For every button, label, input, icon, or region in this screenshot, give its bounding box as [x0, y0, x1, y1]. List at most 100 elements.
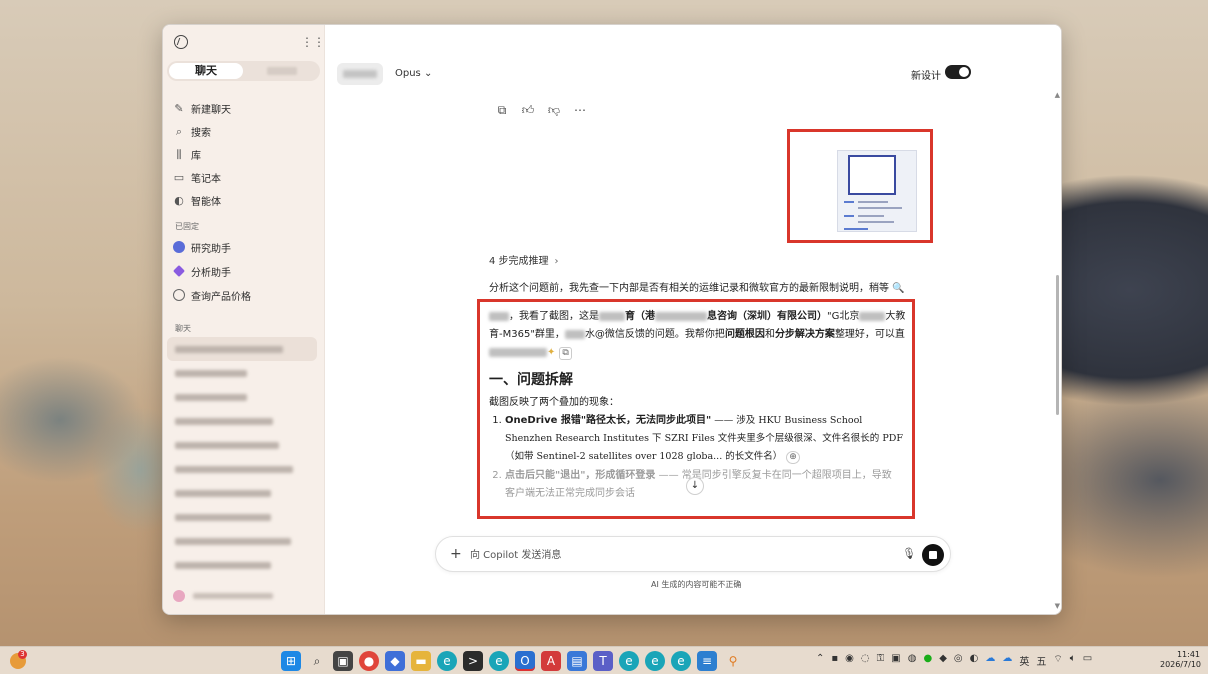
wechat-icon[interactable]: ●	[923, 653, 932, 668]
reply-bold-text: 问题根因	[724, 329, 765, 340]
chat-history-list	[167, 337, 317, 577]
list-item[interactable]	[167, 553, 317, 577]
microphone-icon[interactable]: 🎙︎	[902, 547, 916, 560]
clock[interactable]: 11:41 2026/7/10	[1160, 650, 1201, 670]
tray-app-icon[interactable]: ◌	[861, 653, 870, 668]
redacted-chat-title	[175, 369, 247, 377]
link-icon[interactable]: ⊕	[786, 451, 800, 464]
chrome-icon[interactable]: ●	[359, 651, 379, 671]
list-item[interactable]	[167, 433, 317, 457]
sidebar-item-notebook[interactable]: ▭ 笔记本	[173, 166, 318, 189]
tray-app-icon[interactable]: ▣	[891, 653, 900, 668]
assistant-intro-text: 分析这个问题前，我先查一下内部是否有相关的运维记录和微软官方的最新限制说明，稍等…	[489, 283, 905, 294]
message-input[interactable]	[470, 546, 870, 564]
sidebar-item-library[interactable]: ⫼ 库	[173, 143, 318, 166]
thumbs-up-icon[interactable]: 👍︎	[521, 103, 535, 118]
thumbnail-dialog	[848, 155, 896, 195]
apps-grid-icon[interactable]: ⋮⋮⋮	[301, 36, 337, 48]
add-attachment-icon[interactable]: +	[450, 546, 462, 562]
notepad-icon[interactable]: ≡	[697, 651, 717, 671]
list-item[interactable]	[167, 529, 317, 553]
attached-screenshot-thumbnail[interactable]	[837, 150, 917, 232]
pinned-item-label: 研究助手	[191, 243, 231, 255]
edge-icon[interactable]: e	[437, 651, 457, 671]
thumbnail-line	[858, 201, 888, 203]
system-tray: ⌃ ▪ ◉ ◌ ⚿ ▣ ◍ ● ◆ ◎ ◐ ☁ ☁ 英 五 ⌔ 🔈︎ ▭	[816, 653, 1092, 668]
model-dropdown[interactable]: Opus ⌄	[395, 68, 432, 79]
volume-icon[interactable]: 🔈︎	[1070, 653, 1076, 668]
edge-icon[interactable]: e	[619, 651, 639, 671]
sidebar-item-label: 新建聊天	[191, 105, 231, 116]
task-view-icon[interactable]: ▣	[333, 651, 353, 671]
pinned-item-research[interactable]: 研究助手	[173, 235, 318, 259]
redacted-chat-title	[175, 489, 271, 497]
file-explorer-icon[interactable]: ▬	[411, 651, 431, 671]
search-icon[interactable]: ⌕	[307, 651, 327, 671]
agent-icon: ◐	[174, 193, 184, 207]
copy-chip-icon[interactable]: ⧉	[559, 347, 572, 360]
magnifier-icon[interactable]: ⚲	[723, 651, 743, 671]
sidebar-item-search[interactable]: ⌕ 搜索	[173, 120, 318, 143]
scroll-to-bottom-icon[interactable]: ↓	[686, 477, 704, 495]
terminal-icon[interactable]: >	[463, 651, 483, 671]
scroll-up-icon[interactable]: ▲	[1055, 91, 1060, 99]
tray-app-icon[interactable]: ◉	[845, 653, 854, 668]
redesign-toggle[interactable]	[945, 65, 971, 79]
stop-generating-button[interactable]	[922, 544, 944, 566]
tray-app-icon[interactable]: ◍	[908, 653, 917, 668]
copilot-app-icon[interactable]: ◆	[385, 651, 405, 671]
tray-app-icon[interactable]: ▪	[831, 653, 838, 668]
sidebar-item-new-chat[interactable]: ✎ 新建聊天	[173, 97, 318, 120]
tray-app-icon[interactable]: ◎	[954, 653, 963, 668]
list-item[interactable]	[167, 337, 317, 361]
chevron-up-icon[interactable]: ⌃	[816, 653, 824, 668]
edge-icon[interactable]: e	[645, 651, 665, 671]
remote-desktop-icon[interactable]: ▤	[567, 651, 587, 671]
redacted-chat-title	[175, 465, 293, 473]
tray-app-icon[interactable]: ◆	[939, 653, 947, 668]
list-item[interactable]	[167, 457, 317, 481]
edge-icon[interactable]: e	[671, 651, 691, 671]
pdf-reader-icon[interactable]: A	[541, 651, 561, 671]
outlook-icon[interactable]: O	[515, 651, 535, 671]
input-method[interactable]: 五	[1036, 653, 1046, 668]
tab-other-redacted[interactable]	[267, 67, 297, 75]
issue-detail: 客户端无法正常完成同步会话	[505, 488, 635, 499]
redacted-name	[489, 311, 509, 321]
scrollbar[interactable]	[1056, 275, 1059, 415]
thumbs-down-icon[interactable]: 👎︎	[547, 103, 561, 118]
sidebar-nav: ✎ 新建聊天 ⌕ 搜索 ⫼ 库 ▭ 笔记本 ◐ 智能体	[173, 97, 318, 212]
reasoning-toggle[interactable]: 4 步完成推理 ›	[489, 252, 559, 267]
teams-icon[interactable]: T	[593, 651, 613, 671]
input-language[interactable]: 英	[1019, 653, 1029, 668]
tray-app-icon[interactable]: ◐	[970, 653, 979, 668]
pinned-item-price-query[interactable]: 查询产品价格	[173, 283, 318, 307]
pinned-item-label: 分析助手	[191, 267, 231, 279]
sidebar-item-agents[interactable]: ◐ 智能体	[173, 189, 318, 212]
copy-icon[interactable]: ⧉	[495, 103, 509, 118]
list-item[interactable]	[167, 481, 317, 505]
reply-text: "G北京	[827, 311, 860, 322]
pinned-item-analysis[interactable]: 分析助手	[173, 259, 318, 283]
taskbar: 3 ⊞ ⌕ ▣ ● ◆ ▬ e > e O A ▤ T e e e ≡ ⚲ ⌃ …	[0, 646, 1208, 674]
model-selector-redacted[interactable]	[337, 63, 383, 85]
onedrive-icon[interactable]: ☁	[1002, 653, 1012, 668]
more-icon[interactable]: ⋯	[573, 103, 587, 118]
edge-icon[interactable]: e	[489, 651, 509, 671]
scroll-down-icon[interactable]: ▼	[1055, 602, 1060, 610]
battery-icon[interactable]: ▭	[1083, 653, 1092, 668]
redacted-chat-title	[175, 537, 291, 545]
list-item[interactable]	[167, 385, 317, 409]
list-item[interactable]	[167, 505, 317, 529]
tray-app-icon[interactable]: ⚿	[877, 653, 885, 668]
list-item[interactable]	[167, 361, 317, 385]
wifi-icon[interactable]: ⌔	[1053, 653, 1062, 668]
search-icon: ⌕	[175, 124, 183, 138]
thumbnail-line	[844, 201, 854, 203]
onedrive-icon[interactable]: ☁	[985, 653, 995, 668]
user-profile[interactable]	[173, 585, 313, 607]
start-icon[interactable]: ⊞	[281, 651, 301, 671]
tab-chat[interactable]: 聊天	[169, 63, 243, 79]
list-item[interactable]	[167, 409, 317, 433]
redacted-chat-title	[175, 393, 247, 401]
